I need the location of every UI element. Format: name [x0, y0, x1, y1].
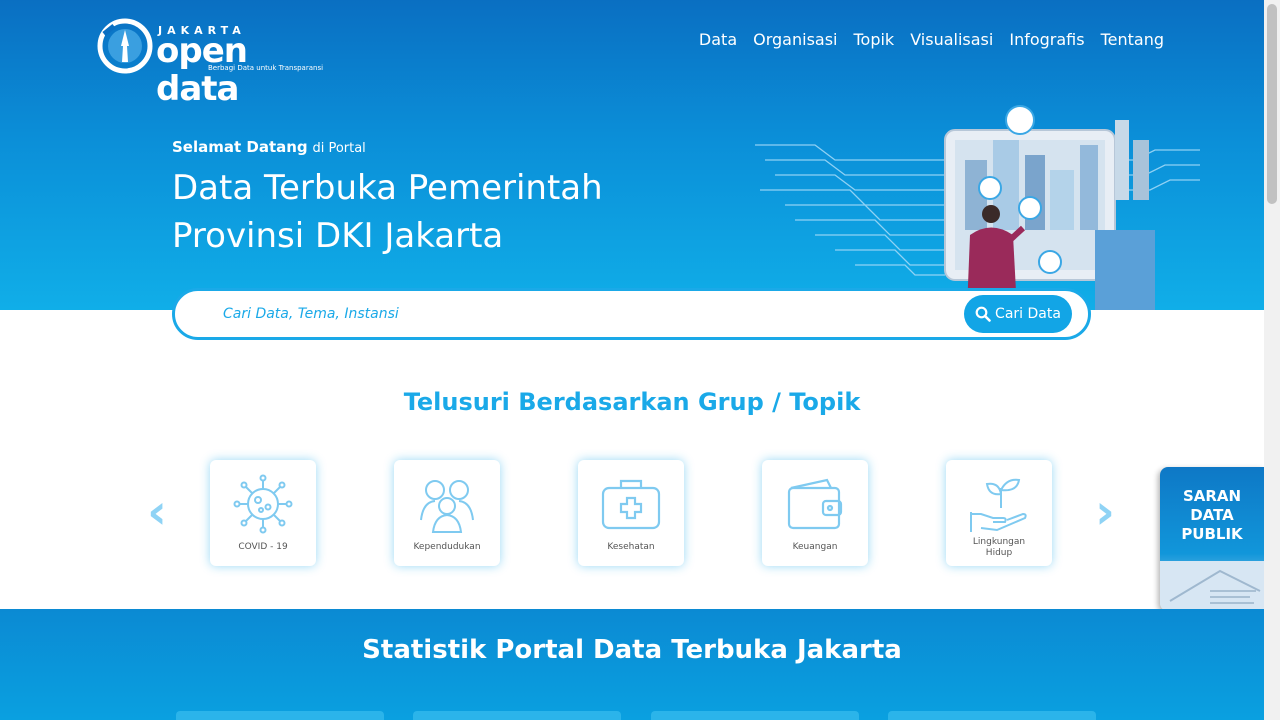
first-aid-kit-icon [601, 479, 661, 530]
search-button-label: Cari Data [995, 306, 1061, 322]
search-button[interactable]: Cari Data [964, 295, 1072, 333]
saran-label: SARAN DATA PUBLIK [1181, 487, 1243, 543]
topic-label: Kesehatan [607, 542, 655, 552]
topic-label: COVID - 19 [238, 542, 288, 552]
stat-card [651, 711, 859, 720]
topic-card-kesehatan[interactable]: Kesehatan [578, 460, 684, 566]
welcome-rest: di Portal [312, 141, 366, 156]
topics-title: Telusuri Berdasarkan Grup / Topik [403, 388, 861, 416]
topic-card-lingkungan[interactable]: Lingkungan Hidup [946, 460, 1052, 566]
saran-illustration [1160, 561, 1264, 611]
nav-visualisasi[interactable]: Visualisasi [910, 30, 993, 49]
search-icon [975, 306, 991, 322]
nav-data[interactable]: Data [699, 30, 737, 49]
topic-label: Lingkungan Hidup [972, 537, 1026, 558]
topic-card-covid[interactable]: COVID - 19 [210, 460, 316, 566]
hero-banner: JAKARTA open data Berbagi Data untuk Tra… [0, 0, 1264, 310]
topic-label: Kependudukan [413, 542, 481, 552]
logo-emblem-icon [97, 18, 153, 74]
logo-tagline: Berbagi Data untuk Transparansi [208, 64, 324, 72]
nav-infografis[interactable]: Infografis [1009, 30, 1084, 49]
topic-card-keuangan[interactable]: Keuangan [762, 460, 868, 566]
smart-city-illustration [755, 105, 1200, 310]
people-icon [420, 480, 474, 533]
saran-data-publik-button[interactable]: SARAN DATA PUBLIK [1160, 467, 1264, 611]
wallet-icon [787, 478, 843, 530]
welcome-bold: Selamat Datang [172, 138, 308, 156]
chevron-left-icon[interactable]: ‹ [142, 488, 172, 536]
hero-headline: Data Terbuka Pemerintah Provinsi DKI Jak… [172, 164, 603, 260]
plant-hand-icon [970, 478, 1027, 532]
topics-carousel: ‹ COVID - 19 Kependudukan Kesehatan Keua… [0, 458, 1264, 568]
headline-line-1: Data Terbuka Pemerintah [172, 168, 603, 208]
stat-card [413, 711, 621, 720]
stat-card [176, 711, 384, 720]
topic-label: Keuangan [792, 542, 838, 552]
search-bar: Cari Data [172, 288, 1091, 340]
virus-icon [233, 474, 293, 534]
nav-topik[interactable]: Topik [853, 30, 894, 49]
main-nav: Data Organisasi Topik Visualisasi Infogr… [699, 30, 1164, 49]
stats-section: Statistik Portal Data Terbuka Jakarta [0, 609, 1264, 720]
welcome-text: Selamat Datang di Portal [172, 138, 366, 156]
topic-card-kependudukan[interactable]: Kependudukan [394, 460, 500, 566]
page-scrollbar[interactable] [1264, 0, 1280, 720]
headline-line-2: Provinsi DKI Jakarta [172, 216, 504, 256]
chevron-right-icon[interactable]: › [1090, 488, 1120, 536]
scrollbar-thumb[interactable] [1267, 4, 1277, 204]
search-input[interactable] [223, 301, 943, 327]
nav-organisasi[interactable]: Organisasi [753, 30, 837, 49]
nav-tentang[interactable]: Tentang [1101, 30, 1164, 49]
stats-title: Statistik Portal Data Terbuka Jakarta [362, 635, 902, 665]
site-logo[interactable]: JAKARTA open data Berbagi Data untuk Tra… [96, 16, 326, 108]
stat-card [888, 711, 1096, 720]
